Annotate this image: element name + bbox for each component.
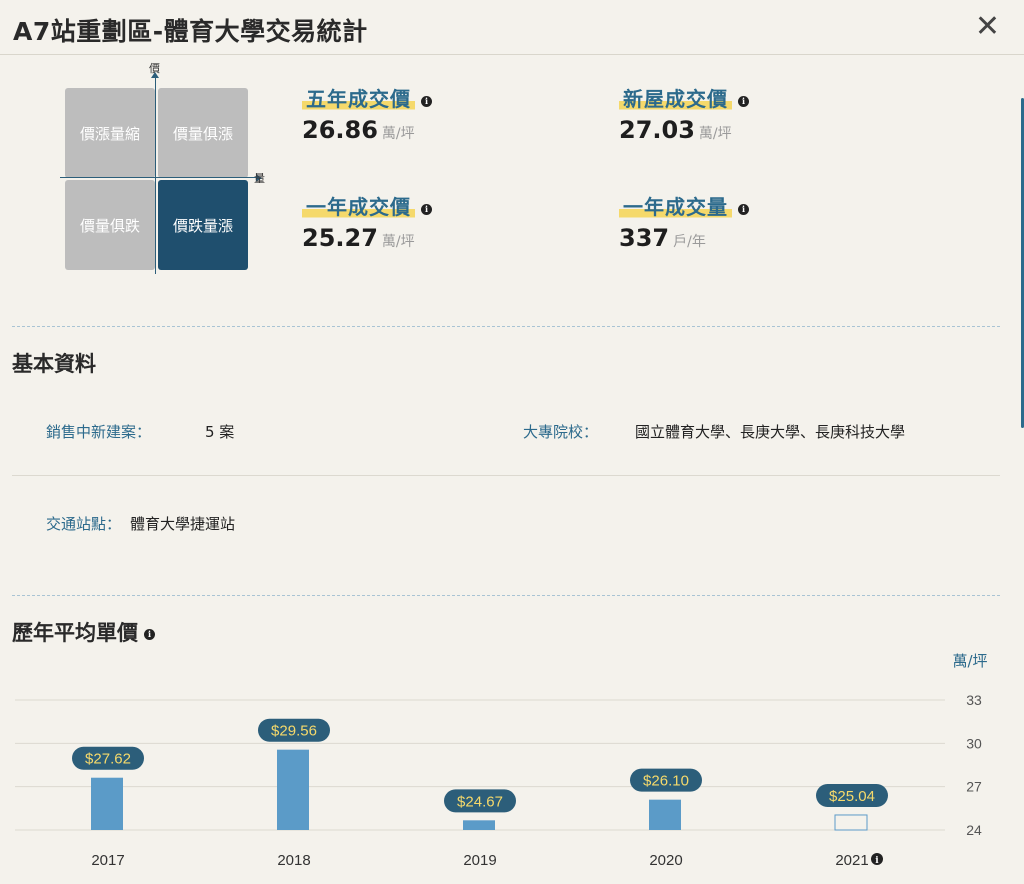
data-label: $24.67 xyxy=(457,793,503,810)
x-tick-label: 2020 xyxy=(649,852,682,869)
info-icon[interactable]: i xyxy=(421,96,432,107)
section-divider xyxy=(12,326,1000,327)
info-icon[interactable]: i xyxy=(144,628,155,640)
info-icon[interactable]: i xyxy=(421,204,432,215)
quadrant-price-up-volume-down: 價漲量縮 xyxy=(65,88,155,178)
quadrant-price-down-volume-up: 價跌量漲 xyxy=(158,180,248,270)
transit-label: 交通站點： xyxy=(46,515,122,533)
stat-label: 新屋成交價 xyxy=(619,83,732,112)
page-title: A7站重劃區-體育大學交易統計 xyxy=(13,17,368,46)
stat-label: 一年成交價 xyxy=(302,191,415,220)
volume-axis xyxy=(60,177,258,178)
info-icon[interactable]: i xyxy=(738,96,749,107)
price-axis-label: 價 xyxy=(149,62,160,75)
bar xyxy=(834,814,868,831)
x-tick-label: 2021 xyxy=(835,852,868,869)
stat-unit: 萬/坪 xyxy=(381,234,415,250)
price-axis xyxy=(155,76,156,274)
stat-value-row: 25.27 萬/坪 xyxy=(302,224,432,252)
projects-label: 銷售中新建案： xyxy=(46,423,152,441)
stat-five-year-price: 五年成交價 i 26.86 萬/坪 xyxy=(302,83,432,144)
price-history-chart: 33 30 27 24 萬/坪 $27.62 2017 $29.56 2018 $24.67 201… xyxy=(15,652,988,869)
y-tick-label: 24 xyxy=(966,822,982,838)
y-tick-label: 30 xyxy=(966,735,982,751)
stat-unit: 戶/年 xyxy=(673,234,706,250)
stat-label: 一年成交量 xyxy=(619,191,732,220)
stat-value-row: 26.86 萬/坪 xyxy=(302,116,432,144)
schools-value: 國立體育大學、長庚大學、長庚科技大學 xyxy=(635,423,906,441)
y-tick-label: 33 xyxy=(966,692,982,708)
quadrant-both-down: 價量俱跌 xyxy=(65,180,155,270)
data-label: $27.62 xyxy=(85,751,131,768)
bar xyxy=(463,820,495,830)
stat-one-year-volume: 一年成交量 i 337 戶/年 xyxy=(619,191,749,252)
section-divider xyxy=(12,595,1000,596)
row-divider xyxy=(12,475,1000,476)
schools-label: 大專院校： xyxy=(523,423,599,441)
x-tick-label: 2018 xyxy=(277,852,310,869)
data-label: $25.04 xyxy=(829,788,875,805)
quadrant-both-up: 價量俱漲 xyxy=(158,88,248,178)
x-tick-label: 2017 xyxy=(91,852,124,869)
price-volume-quadrant: 價漲量縮 價量俱漲 價量俱跌 價跌量漲 價 量 xyxy=(60,62,270,274)
header: A7站重劃區-體育大學交易統計 ✕ xyxy=(0,0,1024,55)
stat-value: 26.86 xyxy=(302,116,378,144)
stat-unit: 萬/坪 xyxy=(381,126,415,142)
volume-axis-label: 量 xyxy=(254,172,265,185)
y-axis-unit: 萬/坪 xyxy=(952,652,987,670)
stat-value-row: 337 戶/年 xyxy=(619,224,749,252)
close-icon[interactable]: ✕ xyxy=(975,10,1000,44)
stat-unit: 萬/坪 xyxy=(698,126,732,142)
y-tick-label: 27 xyxy=(966,779,982,795)
projects-value[interactable]: 5 案 xyxy=(205,421,234,442)
stat-value: 25.27 xyxy=(302,224,378,252)
bar xyxy=(91,777,123,830)
info-icon-glyph: i xyxy=(875,856,879,866)
basic-info-title: 基本資料 xyxy=(12,352,96,376)
stat-label: 五年成交價 xyxy=(302,83,415,112)
x-tick-label: 2019 xyxy=(463,852,496,869)
transit-value: 體育大學捷運站 xyxy=(130,515,236,533)
stat-value: 27.03 xyxy=(619,116,695,144)
stat-value-row: 27.03 萬/坪 xyxy=(619,116,749,144)
bar xyxy=(277,749,309,830)
stat-value: 337 xyxy=(619,224,670,252)
stat-one-year-price: 一年成交價 i 25.27 萬/坪 xyxy=(302,191,432,252)
data-label: $26.10 xyxy=(643,773,689,790)
info-icon[interactable]: i xyxy=(738,204,749,215)
data-label: $29.56 xyxy=(271,723,317,740)
stat-new-house-price: 新屋成交價 i 27.03 萬/坪 xyxy=(619,83,749,144)
bar xyxy=(649,799,681,830)
